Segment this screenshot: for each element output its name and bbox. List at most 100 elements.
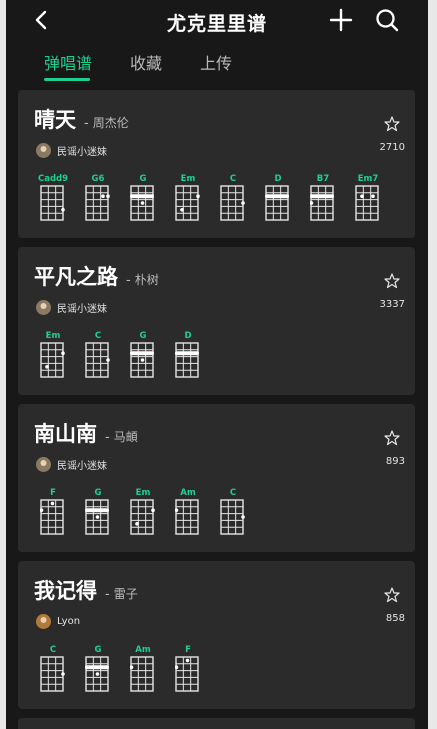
artist-name: 周杰伦 [92, 116, 129, 130]
plus-icon[interactable] [328, 7, 354, 33]
chord-diagram-icon [85, 185, 110, 221]
chord-name: Am [135, 645, 151, 655]
chord-list: Em C G D [38, 331, 218, 387]
active-tab-indicator [44, 78, 90, 81]
avatar [36, 142, 51, 158]
chord-diagram-icon [175, 342, 199, 378]
chord-diagram-icon [355, 185, 379, 221]
song-name: 我记得 [34, 579, 97, 603]
song-name: 南山南 [34, 422, 97, 446]
chord: G6 [83, 174, 128, 230]
chord-diagram-icon [40, 499, 64, 535]
tab-strumming-tabs[interactable]: 弹唱谱 [44, 50, 92, 74]
chord: C [38, 645, 83, 701]
chord-diagram-icon [175, 185, 200, 221]
chord-name: B7 [316, 174, 330, 184]
title-separator: - [126, 273, 131, 288]
chord-name: Em7 [357, 174, 379, 184]
title-separator: - [84, 116, 89, 131]
favorite-count: 893 [385, 456, 405, 467]
chord-diagram-icon [220, 185, 245, 221]
chord-diagram-icon [175, 656, 199, 692]
chord-diagram-icon [40, 342, 65, 378]
tab-bar: 弹唱谱 收藏 上传 [6, 50, 428, 84]
chord-name: G [94, 645, 102, 655]
chord-name: G [139, 174, 147, 184]
uploader-name: Lyon [57, 615, 81, 627]
page-title: 尤克里里谱 [166, 13, 267, 35]
chord-diagram-icon [130, 185, 154, 221]
chord-name: F [50, 488, 56, 498]
avatar [36, 456, 51, 472]
tab-favorites[interactable]: 收藏 [130, 50, 162, 74]
chord: Em [173, 174, 218, 230]
chord-diagram-icon [130, 656, 154, 692]
chord-name: D [274, 174, 282, 184]
avatar [36, 613, 51, 629]
chord-name: F [185, 645, 191, 655]
song-name: 晴天 [34, 108, 76, 132]
favorite-count: 858 [385, 613, 405, 624]
star-icon[interactable] [383, 429, 401, 447]
chord: G [128, 331, 173, 387]
chord: C [218, 488, 263, 544]
uploader: 民谣小迷妹 [36, 142, 107, 158]
song-title: 晴天 - 周杰伦 [34, 104, 129, 134]
chord: D [173, 331, 218, 387]
chord-diagram-icon [40, 185, 65, 221]
chord-diagram-icon [265, 185, 289, 221]
chord-diagram-icon [130, 342, 154, 378]
song-card-partial[interactable] [18, 718, 415, 729]
chord: C [83, 331, 128, 387]
song-title: 平凡之路 - 朴树 [34, 261, 159, 291]
search-icon[interactable] [374, 7, 400, 33]
song-title: 南山南 - 马頔 [34, 418, 138, 448]
tab-upload[interactable]: 上传 [200, 50, 232, 74]
chord-name: Em [45, 331, 61, 341]
song-name: 平凡之路 [34, 265, 118, 289]
uploader: 民谣小迷妹 [36, 456, 107, 472]
song-card[interactable]: 我记得 - 雷子 Lyon 858 C G Am F [18, 561, 415, 709]
chord-name: Cadd9 [38, 174, 69, 184]
chord-diagram-icon [85, 499, 109, 535]
chord-name: D [184, 331, 192, 341]
chord: Cadd9 [38, 174, 83, 230]
chord-name: Am [180, 488, 196, 498]
chord-name: G6 [91, 174, 105, 184]
song-card[interactable]: 平凡之路 - 朴树 民谣小迷妹 3337 Em C G D [18, 247, 415, 395]
chord: G [83, 488, 128, 544]
chord: Em [128, 488, 173, 544]
uploader-name: 民谣小迷妹 [57, 303, 107, 315]
uploader: Lyon [36, 613, 80, 629]
chord-diagram-icon [85, 342, 110, 378]
chord-name: G [94, 488, 102, 498]
uploader-name: 民谣小迷妹 [57, 146, 107, 158]
chord: B7 [308, 174, 353, 230]
uploader: 民谣小迷妹 [36, 299, 107, 315]
song-title: 我记得 - 雷子 [34, 575, 138, 605]
chord-diagram-icon [175, 499, 199, 535]
star-icon[interactable] [383, 115, 401, 133]
chord-diagram-icon [85, 656, 109, 692]
chord-diagram-icon [310, 185, 334, 221]
star-icon[interactable] [383, 586, 401, 604]
chord-list: C G Am F [38, 645, 218, 701]
chord-list: F G Em Am C [38, 488, 263, 544]
chord: Am [128, 645, 173, 701]
song-card[interactable]: 晴天 - 周杰伦民谣小迷妹 2710 Cadd9 G6 G Em C D B7 Em7 [18, 90, 415, 238]
chord-name: C [229, 488, 237, 498]
artist-name: 朴树 [134, 273, 159, 287]
chord-name: C [49, 645, 57, 655]
chord: Am [173, 488, 218, 544]
chord: Em7 [353, 174, 398, 230]
uploader-name: 民谣小迷妹 [57, 460, 107, 472]
favorite-count: 2710 [379, 142, 405, 153]
song-card[interactable]: 南山南 - 马頔民谣小迷妹 893 F G Em Am C [18, 404, 415, 552]
app-screen: 尤克里里谱 弹唱谱 收藏 上传 晴天 - 周杰伦 民谣小迷妹 2710 Cadd9 G6 G E… [6, 0, 428, 729]
title-separator: - [105, 587, 110, 602]
chord-name: C [229, 174, 237, 184]
artist-name: 雷子 [113, 587, 138, 601]
star-icon[interactable] [383, 272, 401, 290]
chord: Em [38, 331, 83, 387]
chord: D [263, 174, 308, 230]
